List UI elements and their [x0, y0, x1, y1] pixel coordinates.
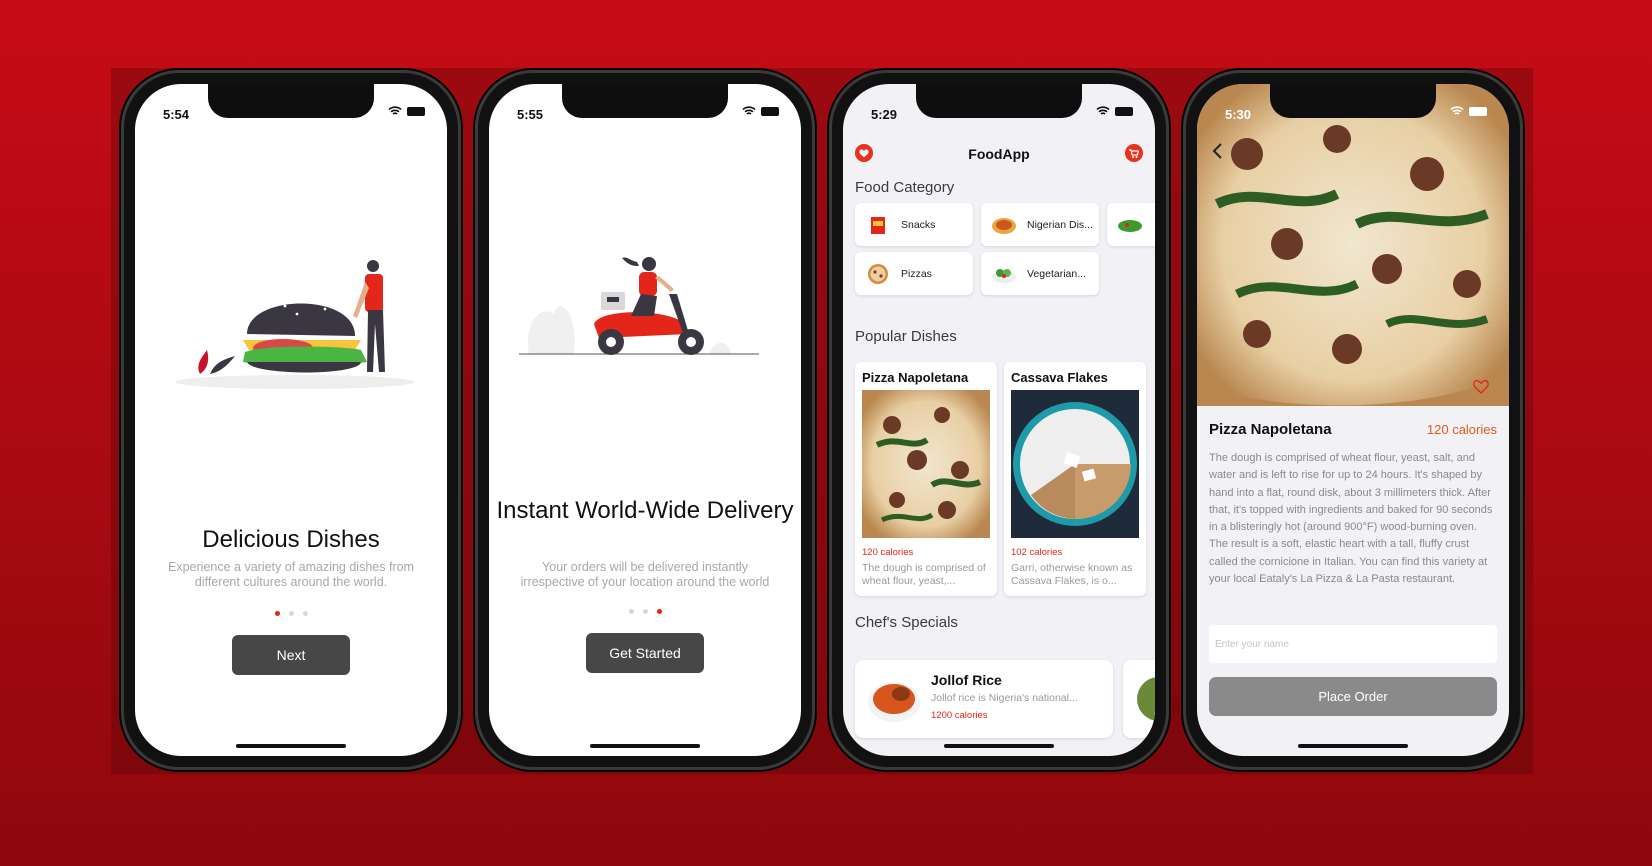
home-indicator: [236, 744, 346, 748]
jollof-rice-image: [868, 682, 920, 722]
dish-calories: 120 calories: [1426, 422, 1497, 437]
dish-description: The dough is comprised of wheat flour, y…: [1209, 452, 1493, 586]
category-card-nigerian[interactable]: Nigerian Dis...: [981, 203, 1099, 246]
notch: [562, 84, 728, 118]
battery-icon: [761, 106, 779, 116]
category-label: Snacks: [901, 218, 936, 231]
special-card-partial[interactable]: [1123, 660, 1155, 738]
status-time: 5:55: [517, 107, 544, 122]
name-input[interactable]: Enter your name: [1209, 625, 1497, 663]
category-card-partial[interactable]: [1107, 203, 1155, 246]
page-dot[interactable]: [274, 611, 280, 616]
dish-card[interactable]: Pizza Napoletana 120 calories The dough …: [855, 362, 997, 596]
status-icons: [388, 106, 425, 116]
back-chevron-icon[interactable]: [1211, 142, 1223, 160]
pizza-image: [862, 390, 990, 538]
screen-detail: 5:30 Pizza Napoletana 120 calories The d…: [1197, 84, 1509, 756]
burger-illustration-icon: [175, 260, 415, 389]
phone-home: 5:29 FoodApp Food Category Snacks Nigeri…: [829, 70, 1169, 770]
cassava-flakes-image: [1011, 390, 1139, 538]
screen-onboarding-1: 5:54 Delicious Dishes Experience a varie…: [135, 84, 447, 756]
category-label: Nigerian Dis...: [1027, 218, 1093, 231]
special-name: Jollof Rice: [931, 672, 1002, 688]
status-icons: [742, 106, 779, 116]
battery-icon: [407, 106, 425, 116]
get-started-button[interactable]: Get Started: [586, 633, 704, 673]
next-button[interactable]: Next: [232, 635, 350, 675]
phone-onboarding-1: 5:54 Delicious Dishes Experience a varie…: [121, 70, 461, 770]
screen-onboarding-2: 5:55 Instant World-Wide Delivery Your or…: [489, 84, 801, 756]
place-order-button[interactable]: Place Order: [1209, 677, 1497, 716]
home-indicator: [944, 744, 1054, 748]
page-indicator[interactable]: [135, 611, 447, 616]
status-icons: [1096, 106, 1133, 116]
page-dot[interactable]: [656, 609, 662, 614]
category-label: Vegetarian...: [1027, 267, 1086, 280]
nigerian-dish-icon: [992, 217, 1016, 234]
phone-detail: 5:30 Pizza Napoletana 120 calories The d…: [1183, 70, 1523, 770]
dish-name: Pizza Napoletana: [1209, 421, 1332, 438]
onboarding-description: Experience a variety of amazing dishes f…: [168, 560, 414, 589]
home-indicator: [590, 744, 700, 748]
dish-calories: 120 calories: [862, 547, 914, 558]
page-indicator[interactable]: [489, 609, 801, 614]
section-title-popular: Popular Dishes: [855, 328, 957, 345]
dish-card[interactable]: Cassava Flakes 102 calories Garri, other…: [1004, 362, 1146, 596]
snacks-icon: [871, 216, 885, 234]
battery-icon: [1469, 106, 1487, 116]
dish-description: Garri, otherwise known as Cassava Flakes…: [1011, 562, 1133, 587]
category-card-snacks[interactable]: Snacks: [855, 203, 973, 246]
salad-icon: [1118, 219, 1142, 232]
wifi-icon: [742, 106, 756, 115]
onboarding-description: Your orders will be delivered instantly …: [520, 560, 770, 589]
status-time: 5:30: [1225, 107, 1252, 122]
app-title: FoodApp: [968, 146, 1030, 162]
dish-description: The dough is comprised of wheat flour, y…: [862, 562, 986, 587]
category-card-vegetarian[interactable]: Vegetarian...: [981, 252, 1099, 295]
page-dot[interactable]: [628, 609, 634, 614]
vegetarian-icon: [992, 268, 1016, 283]
pizza-icon: [868, 263, 888, 284]
status-icons: [1450, 106, 1487, 116]
special-card[interactable]: Jollof Rice Jollof rice is Nigeria's nat…: [855, 660, 1113, 738]
screen-home: 5:29 FoodApp Food Category Snacks Nigeri…: [843, 84, 1155, 756]
notch: [916, 84, 1082, 118]
special-image-partial: [1137, 677, 1155, 721]
wifi-icon: [388, 106, 402, 115]
status-time: 5:54: [163, 107, 190, 122]
onboarding-title: Delicious Dishes: [202, 526, 380, 553]
status-time: 5:29: [871, 107, 898, 122]
page-dot[interactable]: [642, 609, 648, 614]
battery-icon: [1115, 106, 1133, 116]
onboarding-title: Instant World-Wide Delivery: [496, 497, 794, 524]
special-description: Jollof rice is Nigeria's national...: [931, 692, 1078, 704]
cart-icon[interactable]: [1125, 144, 1143, 162]
page-dot[interactable]: [288, 611, 294, 616]
wifi-icon: [1096, 106, 1110, 115]
scooter-delivery-illustration-icon: [519, 257, 759, 355]
section-title-specials: Chef's Specials: [855, 614, 958, 631]
category-card-pizzas[interactable]: Pizzas: [855, 252, 973, 295]
notch: [208, 84, 374, 118]
notch: [1270, 84, 1436, 118]
wifi-icon: [1450, 106, 1464, 115]
category-label: Pizzas: [901, 267, 932, 280]
dish-name: Pizza Napoletana: [862, 370, 969, 385]
page-dot[interactable]: [302, 611, 308, 616]
special-calories: 1200 calories: [931, 710, 988, 721]
favorite-heart-icon[interactable]: [1473, 380, 1489, 394]
home-indicator: [1298, 744, 1408, 748]
dish-calories: 102 calories: [1011, 547, 1063, 558]
pizza-hero-image: [1197, 84, 1509, 406]
section-title-food-category: Food Category: [855, 179, 955, 196]
dish-name: Cassava Flakes: [1011, 370, 1108, 385]
phone-onboarding-2: 5:55 Instant World-Wide Delivery Your or…: [475, 70, 815, 770]
